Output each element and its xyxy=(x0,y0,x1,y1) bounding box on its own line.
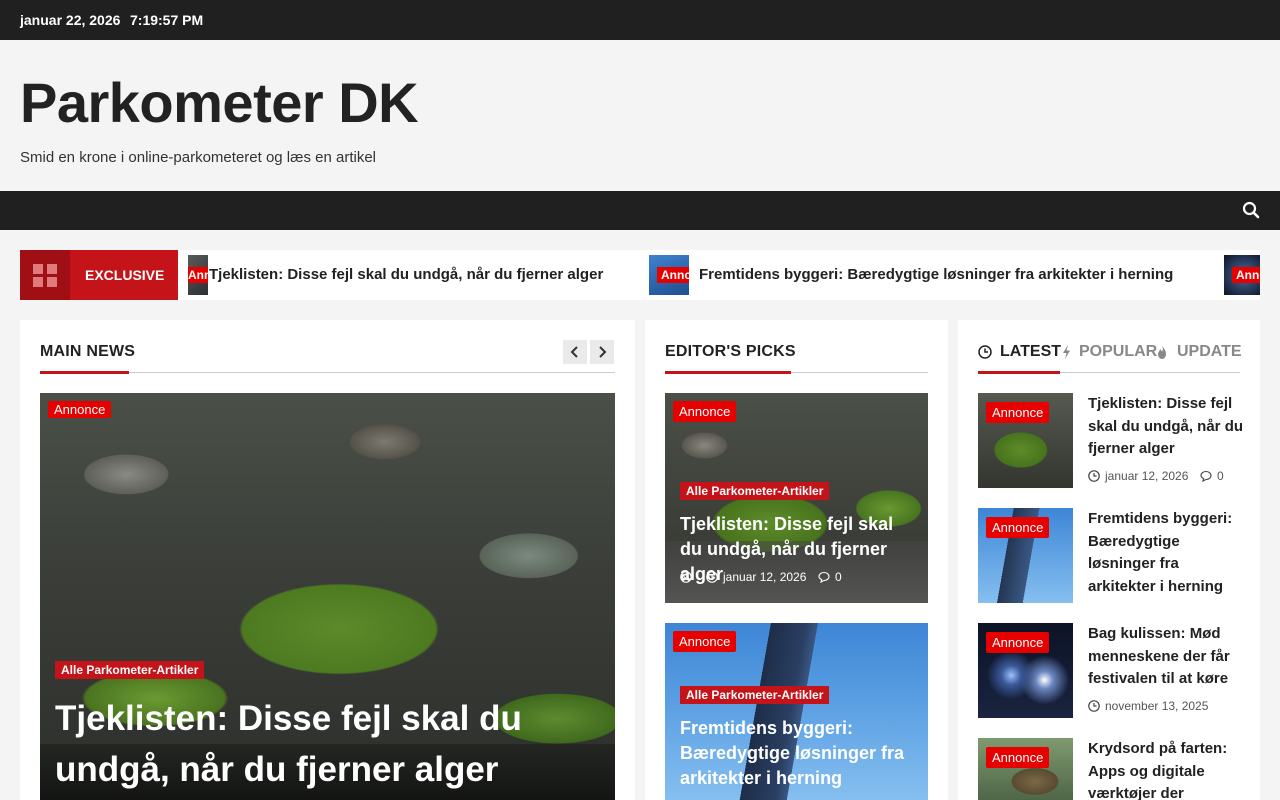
list-item-thumbnail[interactable]: Annonce xyxy=(978,393,1073,488)
post-date[interactable]: november 13, 2025 xyxy=(1105,699,1208,713)
editors-pick-title[interactable]: Fremtidens byggeri: Bæredygtige løsninge… xyxy=(680,716,920,791)
bolt-icon xyxy=(1063,345,1070,359)
fire-icon xyxy=(1158,345,1166,359)
clock-icon xyxy=(978,345,992,359)
post-date[interactable]: januar 12, 2026 xyxy=(723,570,806,584)
ad-badge[interactable]: Annonce xyxy=(986,517,1050,538)
category-tag[interactable]: Alle Parkometer-Artikler xyxy=(680,482,830,500)
current-date: januar 22, 2026 xyxy=(20,12,121,28)
comment-icon xyxy=(818,571,830,583)
grid-icon xyxy=(20,250,70,300)
main-news-image[interactable]: Annonce Alle Parkometer-Artikler Tjeklis… xyxy=(40,393,615,800)
clock-icon xyxy=(1088,470,1100,482)
chevron-right-icon xyxy=(599,346,607,358)
ticker-item[interactable]: Annonce xyxy=(1224,250,1260,300)
main-navigation xyxy=(0,191,1280,230)
site-tagline: Smid en krone i online-parkometeret og l… xyxy=(20,149,377,166)
ad-badge[interactable]: Annonce xyxy=(986,747,1050,768)
list-item-title[interactable]: Krydsord på farten: Apps og digitale vær… xyxy=(1088,738,1248,800)
editors-picks-panel: EDITOR'S PICKS Annonce Alle Parkometer-A… xyxy=(645,320,948,800)
list-item-thumbnail[interactable]: Annonce xyxy=(978,623,1073,718)
site-title[interactable]: Parkometer DK xyxy=(20,70,419,135)
ticker-item[interactable]: Annonce xyxy=(178,250,208,300)
main-news-panel: MAIN NEWS Annonce Alle Parkometer-Artikl… xyxy=(20,320,635,800)
main-news-heading: MAIN NEWS xyxy=(40,343,136,360)
comment-count[interactable]: 0 xyxy=(835,570,842,584)
tabs-panel: LATEST POPULAR UPDATE Annonce Tjeklisten… xyxy=(958,320,1260,800)
author-icon xyxy=(680,571,692,583)
ad-badge[interactable]: Annonce xyxy=(986,632,1050,653)
ad-badge[interactable]: Annonce xyxy=(673,401,737,422)
chevron-left-icon xyxy=(570,346,578,358)
ticker-item-title[interactable]: Tjeklisten: Disse fejl skal du undgå, nå… xyxy=(209,266,603,283)
list-item-thumbnail[interactable]: Annonce xyxy=(978,508,1073,603)
comment-count[interactable]: 0 xyxy=(1217,469,1224,483)
slider-prev-button[interactable] xyxy=(563,340,587,364)
ad-badge[interactable]: Annonce xyxy=(48,401,112,418)
ticker-item-title[interactable]: Fremtidens byggeri: Bæredygtige løsninge… xyxy=(699,266,1173,283)
post-date[interactable]: januar 12, 2026 xyxy=(1105,469,1188,483)
editors-pick-card[interactable]: Annonce Alle Parkometer-Artikler Fremtid… xyxy=(665,623,928,800)
ticker-item[interactable]: Tjeklisten: Disse fejl skal du undgå, nå… xyxy=(209,250,649,300)
current-time: 7:19:57 PM xyxy=(130,12,204,28)
editors-picks-heading: EDITOR'S PICKS xyxy=(665,343,796,360)
category-tag[interactable]: Alle Parkometer-Artikler xyxy=(680,686,830,704)
clock-icon xyxy=(706,571,718,583)
ad-badge[interactable]: Annonce xyxy=(986,402,1050,423)
tab-latest[interactable]: LATEST xyxy=(1000,343,1061,361)
main-news-title[interactable]: Tjeklisten: Disse fejl skal du undgå, nå… xyxy=(55,693,575,795)
ticker-badge: Annonce xyxy=(1232,267,1260,283)
search-icon[interactable] xyxy=(1242,201,1260,219)
ticker-item[interactable]: Annonce Fremtidens byggeri: Bæredygtige … xyxy=(649,250,1209,300)
clock-icon xyxy=(1088,700,1100,712)
list-item-title[interactable]: Bag kulissen: Mød menneskene der får fes… xyxy=(1088,623,1248,691)
list-item-thumbnail[interactable]: Annonce xyxy=(978,738,1073,800)
heading-accent xyxy=(665,371,791,374)
list-item-title[interactable]: Tjeklisten: Disse fejl skal du undgå, nå… xyxy=(1088,393,1248,461)
ad-badge[interactable]: Annonce xyxy=(673,631,737,652)
ticker-label: EXCLUSIVE xyxy=(20,250,178,300)
heading-accent xyxy=(978,371,1060,374)
editors-pick-card[interactable]: Annonce Alle Parkometer-Artikler Tjeklis… xyxy=(665,393,928,603)
category-tag[interactable]: Alle Parkometer-Artikler xyxy=(55,661,205,679)
comment-icon xyxy=(1200,470,1212,482)
list-item-title[interactable]: Fremtidens byggeri: Bæredygtige løsninge… xyxy=(1088,508,1248,598)
ticker-label-text: EXCLUSIVE xyxy=(85,267,165,283)
ticker-badge: Annonce xyxy=(657,267,689,283)
tab-update[interactable]: UPDATE xyxy=(1177,343,1242,361)
exclusive-ticker: EXCLUSIVE Annonce Tjeklisten: Disse fejl… xyxy=(20,250,1260,300)
tab-popular[interactable]: POPULAR xyxy=(1079,343,1157,361)
slider-next-button[interactable] xyxy=(590,340,614,364)
ticker-badge: Annonce xyxy=(188,267,208,283)
heading-accent xyxy=(40,371,129,374)
top-bar: januar 22, 2026 7:19:57 PM xyxy=(0,0,1280,40)
